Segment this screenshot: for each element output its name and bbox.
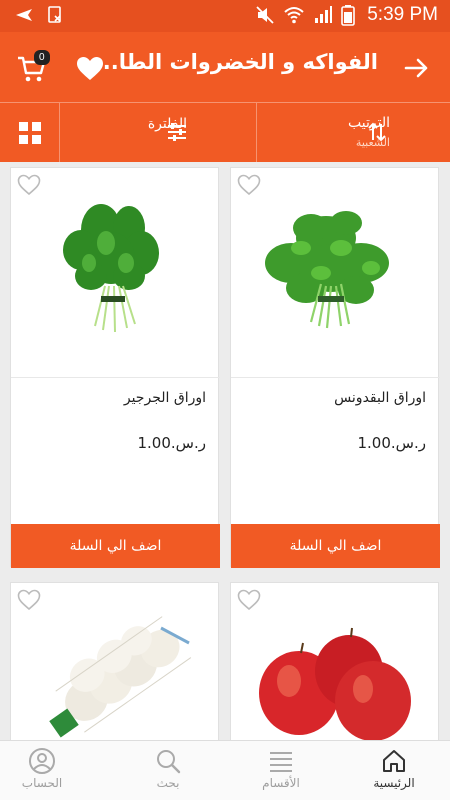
product-name[interactable]: اوراق الجرجير xyxy=(124,390,206,406)
garlic-image[interactable] xyxy=(11,583,220,753)
product-price: ر.س.1.00 xyxy=(357,434,427,452)
favorite-heart-icon[interactable] xyxy=(17,589,41,611)
grid-view-button[interactable] xyxy=(0,103,60,162)
app-bar: الفواكه و الخضروات الطا... 0 xyxy=(0,32,450,102)
nav-search-label: بحث xyxy=(156,776,180,790)
list-icon xyxy=(270,752,292,772)
parsley-image xyxy=(265,211,389,329)
grid-view-icon xyxy=(19,122,41,144)
home-icon xyxy=(383,750,405,772)
send-icon xyxy=(16,9,32,21)
apples-image[interactable] xyxy=(231,583,440,753)
nav-categories[interactable]: الأقسام xyxy=(225,741,337,800)
favorite-heart-icon[interactable] xyxy=(237,174,261,196)
product-card[interactable] xyxy=(230,582,439,752)
product-card[interactable] xyxy=(10,582,219,752)
nav-home[interactable]: الرئيسية xyxy=(338,741,450,800)
sort-arrows-icon xyxy=(368,122,386,142)
nav-home-label: الرئيسية xyxy=(373,776,415,790)
battery-icon xyxy=(341,5,356,26)
sort-button[interactable]: الترتيب الشعبية xyxy=(257,103,450,162)
product-price: ر.س.1.00 xyxy=(137,434,207,452)
nav-account[interactable]: الحساب xyxy=(0,741,98,800)
clock: 5:39 PM xyxy=(367,4,438,25)
cart-count-badge: 0 xyxy=(34,50,50,65)
bottom-nav: الرئيسية الأقسام بحث الحساب xyxy=(0,740,450,800)
favorite-heart-icon[interactable] xyxy=(237,589,261,611)
wifi-icon xyxy=(284,7,304,24)
signal-icon xyxy=(315,6,333,23)
product-card[interactable]: اوراق الجرجير ر.س.1.00 اضف الي السلة xyxy=(10,167,220,568)
back-arrow-icon[interactable] xyxy=(402,54,430,82)
status-bar: 5:39 PM xyxy=(0,0,450,32)
nav-search[interactable]: بحث xyxy=(112,741,224,800)
product-name[interactable]: اوراق البقدونس xyxy=(334,390,426,406)
page-title: الفواكه و الخضروات الطا... xyxy=(94,50,378,74)
filter-button[interactable]: الفلترة xyxy=(60,103,257,162)
account-icon xyxy=(29,748,55,774)
product-image[interactable] xyxy=(231,168,440,378)
filter-sliders-icon xyxy=(168,123,186,141)
mute-icon xyxy=(256,6,274,24)
product-card[interactable]: اوراق البقدونس ر.س.1.00 اضف الي السلة xyxy=(230,167,440,568)
add-to-cart-button[interactable]: اضف الي السلة xyxy=(231,524,440,568)
search-icon xyxy=(157,750,181,774)
product-image[interactable] xyxy=(11,168,220,378)
arugula-image xyxy=(63,204,159,333)
nav-categories-label: الأقسام xyxy=(262,776,300,790)
favorite-heart-icon[interactable] xyxy=(17,174,41,196)
no-sim-icon xyxy=(48,6,61,23)
nav-account-label: الحساب xyxy=(21,776,63,790)
add-to-cart-button[interactable]: اضف الي السلة xyxy=(11,524,220,568)
favorites-heart-icon[interactable] xyxy=(76,56,104,82)
